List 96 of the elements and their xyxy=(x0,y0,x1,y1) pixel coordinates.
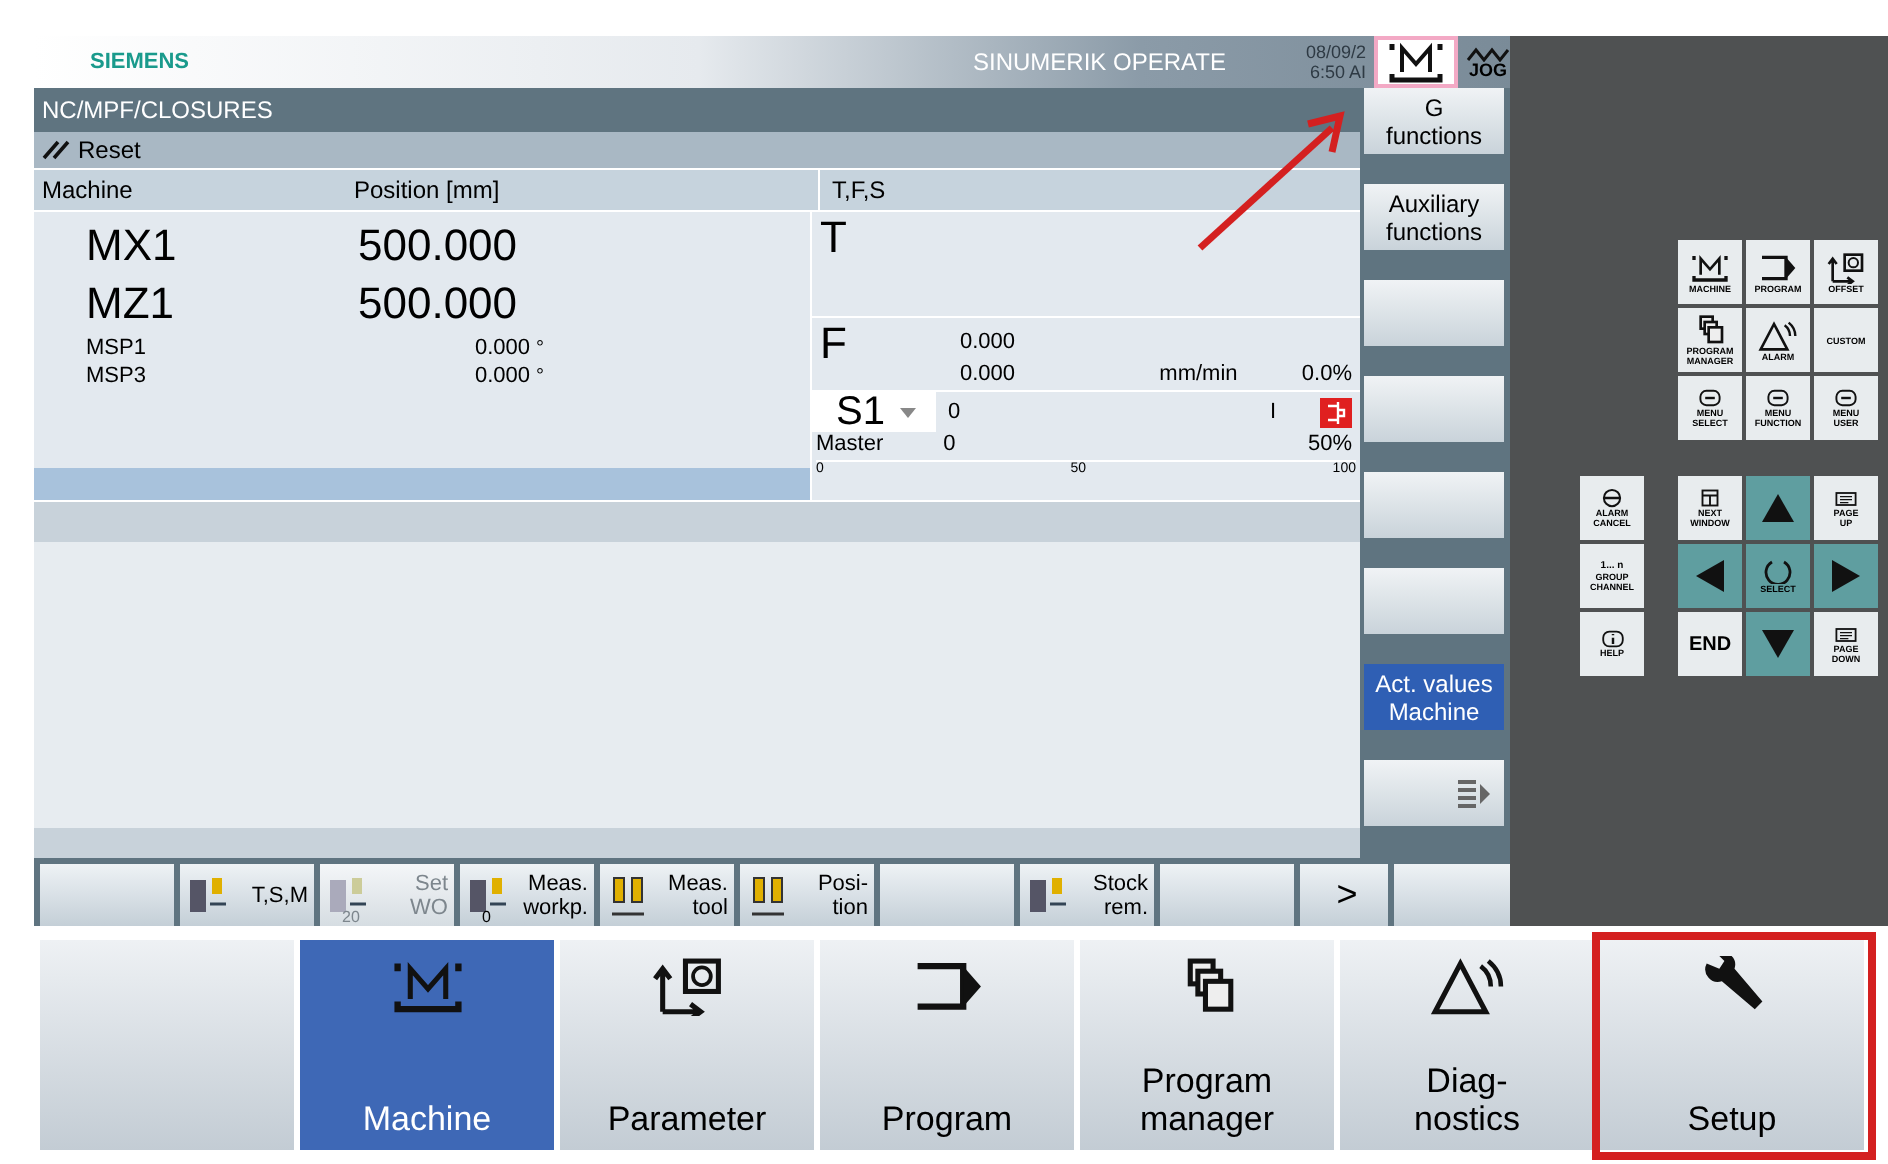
operating-area-button[interactable]: Program manager xyxy=(1080,940,1334,1150)
keypad-key[interactable] xyxy=(1678,544,1742,608)
softkey[interactable]: > xyxy=(1300,864,1388,926)
softkey-label: Set WO xyxy=(408,871,450,919)
feed-set-value: 0.000 xyxy=(960,330,1018,354)
softkey-label: Meas. tool xyxy=(666,871,730,919)
program-icon xyxy=(1758,251,1798,283)
softkey-label: Posi- tion xyxy=(815,871,870,919)
axis-position: 500.000 xyxy=(358,220,520,272)
machine-icon xyxy=(1690,251,1730,283)
icon-number: 0 xyxy=(482,907,491,925)
vertical-softkey[interactable]: Act. values Machine xyxy=(1364,664,1504,730)
time-text: 6:50 AI xyxy=(1309,62,1366,82)
tool-measure-icon xyxy=(746,873,790,917)
operating-area-button[interactable]: Setup xyxy=(1600,940,1864,1150)
axis-name: MX1 xyxy=(86,220,179,272)
axis-unit: ° xyxy=(536,338,544,360)
spindle-actual-value: 0 xyxy=(943,432,958,456)
info-icon xyxy=(1601,630,1623,648)
axis-position: 500.000 xyxy=(358,278,520,330)
softkey[interactable]: 0 Meas. workp. xyxy=(460,864,594,926)
alarm-triangle-icon xyxy=(1758,319,1798,351)
softkey[interactable] xyxy=(1394,864,1510,926)
softkey-label: Stock rem. xyxy=(1090,871,1150,919)
down-arrow-icon xyxy=(1762,630,1794,658)
cancel-circle-icon xyxy=(1602,488,1622,508)
softkey[interactable] xyxy=(40,864,174,926)
right-arrow-icon xyxy=(1832,560,1860,592)
feed-actual-value: 0.000 xyxy=(960,362,1016,386)
spindle-override: 50% xyxy=(1307,432,1352,456)
operating-area-button[interactable]: Machine xyxy=(300,940,554,1150)
workpiece-tool-icon xyxy=(1026,873,1070,917)
vertical-softkey[interactable]: G functions xyxy=(1364,88,1504,154)
date-text: 08/09/2 xyxy=(1305,42,1366,62)
left-arrow-icon xyxy=(1696,560,1724,592)
jog-wave-icon xyxy=(1466,45,1510,61)
vertical-softkey[interactable] xyxy=(1364,760,1504,826)
spindle-marker: I xyxy=(1269,400,1276,424)
menu-key-icon xyxy=(1834,388,1858,408)
spindle-set-value: 0 xyxy=(948,400,963,424)
spindle-dropdown[interactable]: S1 xyxy=(812,392,936,432)
menu-key-icon xyxy=(1766,388,1790,408)
workpiece-tool-icon xyxy=(186,873,230,917)
spindle-status-icon xyxy=(1320,397,1352,427)
menu-key-icon xyxy=(1698,388,1722,408)
feed-unit: mm/min xyxy=(1159,362,1238,386)
key-label: END xyxy=(1688,633,1732,655)
brand-name: SIEMENS xyxy=(90,50,190,74)
mode-label: JOG xyxy=(1468,61,1507,79)
feed-override: 0.0% xyxy=(1301,362,1352,386)
up-arrow-icon xyxy=(1762,494,1794,522)
operating-area-button[interactable]: Diag- nostics xyxy=(1340,940,1594,1150)
tool-label: T xyxy=(818,212,847,262)
softkey-label: Meas. workp. xyxy=(521,871,590,919)
softkey[interactable]: Stock rem. xyxy=(1020,864,1154,926)
keypad-key[interactable] xyxy=(1746,612,1810,676)
operating-area-button[interactable]: Parameter xyxy=(560,940,814,1150)
keypad-key[interactable]: END xyxy=(1678,612,1742,676)
reset-slash-icon xyxy=(42,140,70,160)
machine-icon xyxy=(1386,38,1446,86)
column-header: Position [mm] xyxy=(354,176,502,204)
axis-unit: ° xyxy=(536,366,544,388)
feed-label: F xyxy=(818,318,849,372)
column-header: T,F,S xyxy=(818,170,886,210)
spindle-role: Master xyxy=(816,432,884,456)
channel-status: Reset xyxy=(78,136,141,164)
select-ring-icon xyxy=(1764,559,1792,583)
tool-measure-icon xyxy=(606,873,650,917)
window-icon xyxy=(1700,488,1720,508)
axis-name: MZ1 xyxy=(86,278,176,330)
axis-position: 0.000 xyxy=(472,336,530,360)
coordinate-icon xyxy=(1826,251,1866,283)
more-softkeys-icon xyxy=(1456,777,1492,809)
icon-number: 20 xyxy=(342,907,360,925)
coordinate-icon xyxy=(649,956,725,1017)
page-icon xyxy=(1834,489,1858,507)
softkey[interactable]: Posi- tion xyxy=(740,864,874,926)
softkey[interactable] xyxy=(1160,864,1294,926)
operating-area-button[interactable] xyxy=(40,940,294,1150)
dropdown-caret-icon xyxy=(900,407,917,417)
softkey[interactable] xyxy=(880,864,1014,926)
alarm-triangle-icon xyxy=(1429,956,1505,1017)
axis-name: MSP1 xyxy=(86,336,148,360)
product-name: SINUMERIK OPERATE xyxy=(973,48,1226,76)
keypad-key[interactable] xyxy=(1814,544,1878,608)
softkey-label: T,S,M xyxy=(249,883,310,907)
keypad-key[interactable] xyxy=(1746,476,1810,540)
column-header: Machine xyxy=(40,176,135,204)
softkey[interactable]: T,S,M xyxy=(180,864,314,926)
axis-position: 0.000 xyxy=(472,364,530,388)
program-path: NC/MPF/CLOSURES xyxy=(42,96,273,124)
vertical-softkey[interactable]: Auxiliary functions xyxy=(1364,184,1504,250)
softkey[interactable]: Meas. tool xyxy=(600,864,734,926)
axis-name: MSP3 xyxy=(86,364,148,388)
operating-area-button[interactable]: Program xyxy=(820,940,1074,1150)
page-icon xyxy=(1834,625,1858,643)
